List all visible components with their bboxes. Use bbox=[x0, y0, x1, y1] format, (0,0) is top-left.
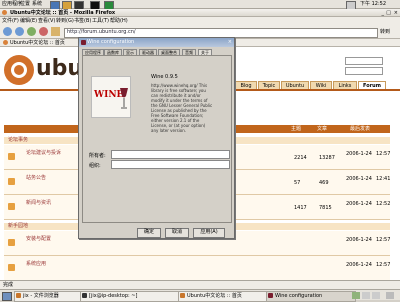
table-row: 系统应用 2006-1-24 12:57 bbox=[4, 256, 390, 281]
trash-icon[interactable] bbox=[386, 292, 394, 299]
task-wine-config[interactable]: Wine configuration bbox=[266, 291, 356, 302]
forum-folder-icon bbox=[8, 239, 15, 246]
wine-config-dialog: Wine configuration × 应用程序 函数库 显示 驱动器 桌面整… bbox=[78, 37, 235, 239]
bookmark-ubuntu-forum[interactable]: Ubuntu中文论坛 :: 首页 bbox=[10, 39, 65, 47]
task-label: Wine configuration bbox=[275, 293, 323, 299]
cancel-button[interactable]: 取消 bbox=[165, 228, 189, 238]
last-post-time: 12:57 bbox=[376, 151, 391, 157]
status-text: 完成 bbox=[3, 282, 14, 288]
workspace-2-icon[interactable] bbox=[362, 292, 370, 299]
post-count: 7815 bbox=[319, 205, 332, 211]
wine-version: Wine 0.9.5 bbox=[151, 74, 178, 80]
last-post-time: 12:41 bbox=[376, 176, 391, 182]
last-post-date: 2006-1-24 bbox=[346, 237, 372, 243]
bottom-panel: jix - 文件浏览器 [jix@ip-desktop: ~] Ubuntu中文… bbox=[0, 289, 400, 302]
dialog-titlebar[interactable]: Wine configuration × bbox=[79, 38, 234, 47]
menu-tools[interactable]: 工具(T) bbox=[92, 17, 109, 25]
post-count: 469 bbox=[319, 180, 329, 186]
reload-icon[interactable] bbox=[27, 27, 36, 36]
minimize-icon[interactable]: _ bbox=[382, 9, 385, 17]
last-post-date: 2006-1-24 bbox=[346, 176, 372, 182]
wine-window-icon bbox=[81, 40, 86, 45]
close-icon[interactable]: × bbox=[394, 9, 398, 17]
apply-button[interactable]: 应用(A) bbox=[193, 228, 225, 238]
organization-label: 组织: bbox=[89, 163, 101, 169]
firefox-menubar: 文件(F) 编辑(E) 查看(V) 转到(G) 书签(B) 工具(T) 帮助(H… bbox=[0, 17, 400, 25]
topic-count: 2214 bbox=[294, 155, 307, 161]
wine-logo: WINE bbox=[91, 76, 131, 118]
menu-view[interactable]: 查看(V) bbox=[38, 17, 55, 25]
last-post-time: 12:57 bbox=[376, 262, 391, 268]
last-post-time: 12:52 bbox=[376, 201, 391, 207]
clock[interactable]: 下午 12:52 bbox=[360, 1, 386, 8]
forum-folder-icon bbox=[8, 264, 15, 271]
ok-button[interactable]: 确定 bbox=[137, 228, 161, 238]
task-label: Ubuntu中文论坛 :: 首页 bbox=[187, 293, 242, 299]
topic-count: 57 bbox=[294, 180, 301, 186]
col-topics: 主题 bbox=[291, 126, 302, 132]
task-label: [jix@ip-desktop: ~] bbox=[89, 293, 138, 299]
firefox-statusbar: 完成 bbox=[0, 280, 400, 289]
task-terminal[interactable]: [jix@ip-desktop: ~] bbox=[80, 291, 186, 302]
last-post-date: 2006-1-24 bbox=[346, 151, 372, 157]
places-menu[interactable]: 位置 bbox=[20, 1, 30, 8]
workspace-3-icon[interactable] bbox=[372, 292, 380, 299]
username-field[interactable] bbox=[345, 57, 383, 65]
category-title[interactable]: 新手园地 bbox=[8, 223, 28, 230]
menu-edit[interactable]: 编辑(E) bbox=[20, 17, 37, 25]
dialog-close-icon[interactable]: × bbox=[228, 38, 232, 47]
menu-go[interactable]: 转到(G) bbox=[56, 17, 74, 25]
last-post-date: 2006-1-24 bbox=[346, 262, 372, 268]
last-post-date: 2006-1-24 bbox=[346, 201, 372, 207]
maximize-icon[interactable]: □ bbox=[386, 9, 391, 17]
home-icon[interactable] bbox=[51, 27, 60, 36]
workspace-1-icon[interactable] bbox=[352, 292, 360, 299]
forum-nav-tabs: Blog Topic Ubuntu Wiki Links Forum bbox=[235, 81, 386, 91]
forum-title[interactable]: 安装与配置 bbox=[26, 235, 51, 242]
forward-icon[interactable] bbox=[15, 27, 24, 36]
category-title[interactable]: 论坛事务 bbox=[8, 137, 28, 144]
about-text: http://www.winehq.org/ This library is f… bbox=[151, 83, 213, 133]
forum-folder-icon bbox=[8, 203, 15, 210]
forum-folder-icon bbox=[8, 178, 15, 185]
stop-icon[interactable] bbox=[39, 27, 48, 36]
top-panel: 应用程序 位置 系统 下午 12:52 bbox=[0, 0, 400, 10]
task-label: jix - 文件浏览器 bbox=[23, 293, 59, 299]
organization-field[interactable] bbox=[111, 160, 230, 169]
go-button[interactable]: 转到 bbox=[380, 28, 390, 36]
last-post-time: 12:57 bbox=[376, 237, 391, 243]
post-count: 13287 bbox=[319, 155, 335, 161]
firefox-window-title: Ubuntu中文论坛 :: 首页 - Mozilla Firefox bbox=[10, 10, 116, 16]
forum-folder-icon bbox=[8, 153, 15, 160]
firefox-window-icon bbox=[2, 10, 7, 15]
col-last-post: 最后发表 bbox=[350, 126, 371, 132]
owner-field[interactable] bbox=[111, 150, 230, 159]
ubuntu-logo-icon bbox=[4, 55, 34, 85]
wine-glass-icon bbox=[120, 88, 128, 109]
forum-title[interactable]: 系统应用 bbox=[26, 260, 46, 267]
password-field[interactable] bbox=[345, 67, 383, 75]
applications-menu[interactable]: 应用程序 bbox=[2, 1, 22, 8]
dialog-title: Wine configuration bbox=[87, 39, 135, 45]
col-posts: 文章 bbox=[317, 126, 328, 132]
url-text: http://forum.ubuntu.org.cn/ bbox=[67, 29, 136, 35]
back-icon[interactable] bbox=[3, 27, 12, 36]
menu-file[interactable]: 文件(F) bbox=[2, 17, 19, 25]
forum-title[interactable]: 站务公告 bbox=[26, 174, 46, 181]
task-firefox[interactable]: Ubuntu中文论坛 :: 首页 bbox=[178, 291, 274, 302]
menu-help[interactable]: 帮助(H) bbox=[110, 17, 128, 25]
about-tab-panel: WINE Wine 0.9.5 http://www.winehq.org/ T… bbox=[82, 55, 232, 223]
menu-bookmarks[interactable]: 书签(B) bbox=[74, 17, 91, 25]
system-menu[interactable]: 系统 bbox=[32, 1, 42, 8]
firefox-titlebar: Ubuntu中文论坛 :: 首页 - Mozilla Firefox _ □ × bbox=[0, 9, 400, 17]
topic-count: 1417 bbox=[294, 205, 307, 211]
task-file-browser[interactable]: jix - 文件浏览器 bbox=[14, 291, 88, 302]
owner-label: 所有者: bbox=[89, 153, 106, 159]
forum-title[interactable]: 新闻与资讯 bbox=[26, 199, 51, 206]
bookmark-favicon bbox=[3, 40, 8, 45]
forum-title[interactable]: 论坛建议与投诉 bbox=[26, 149, 61, 156]
